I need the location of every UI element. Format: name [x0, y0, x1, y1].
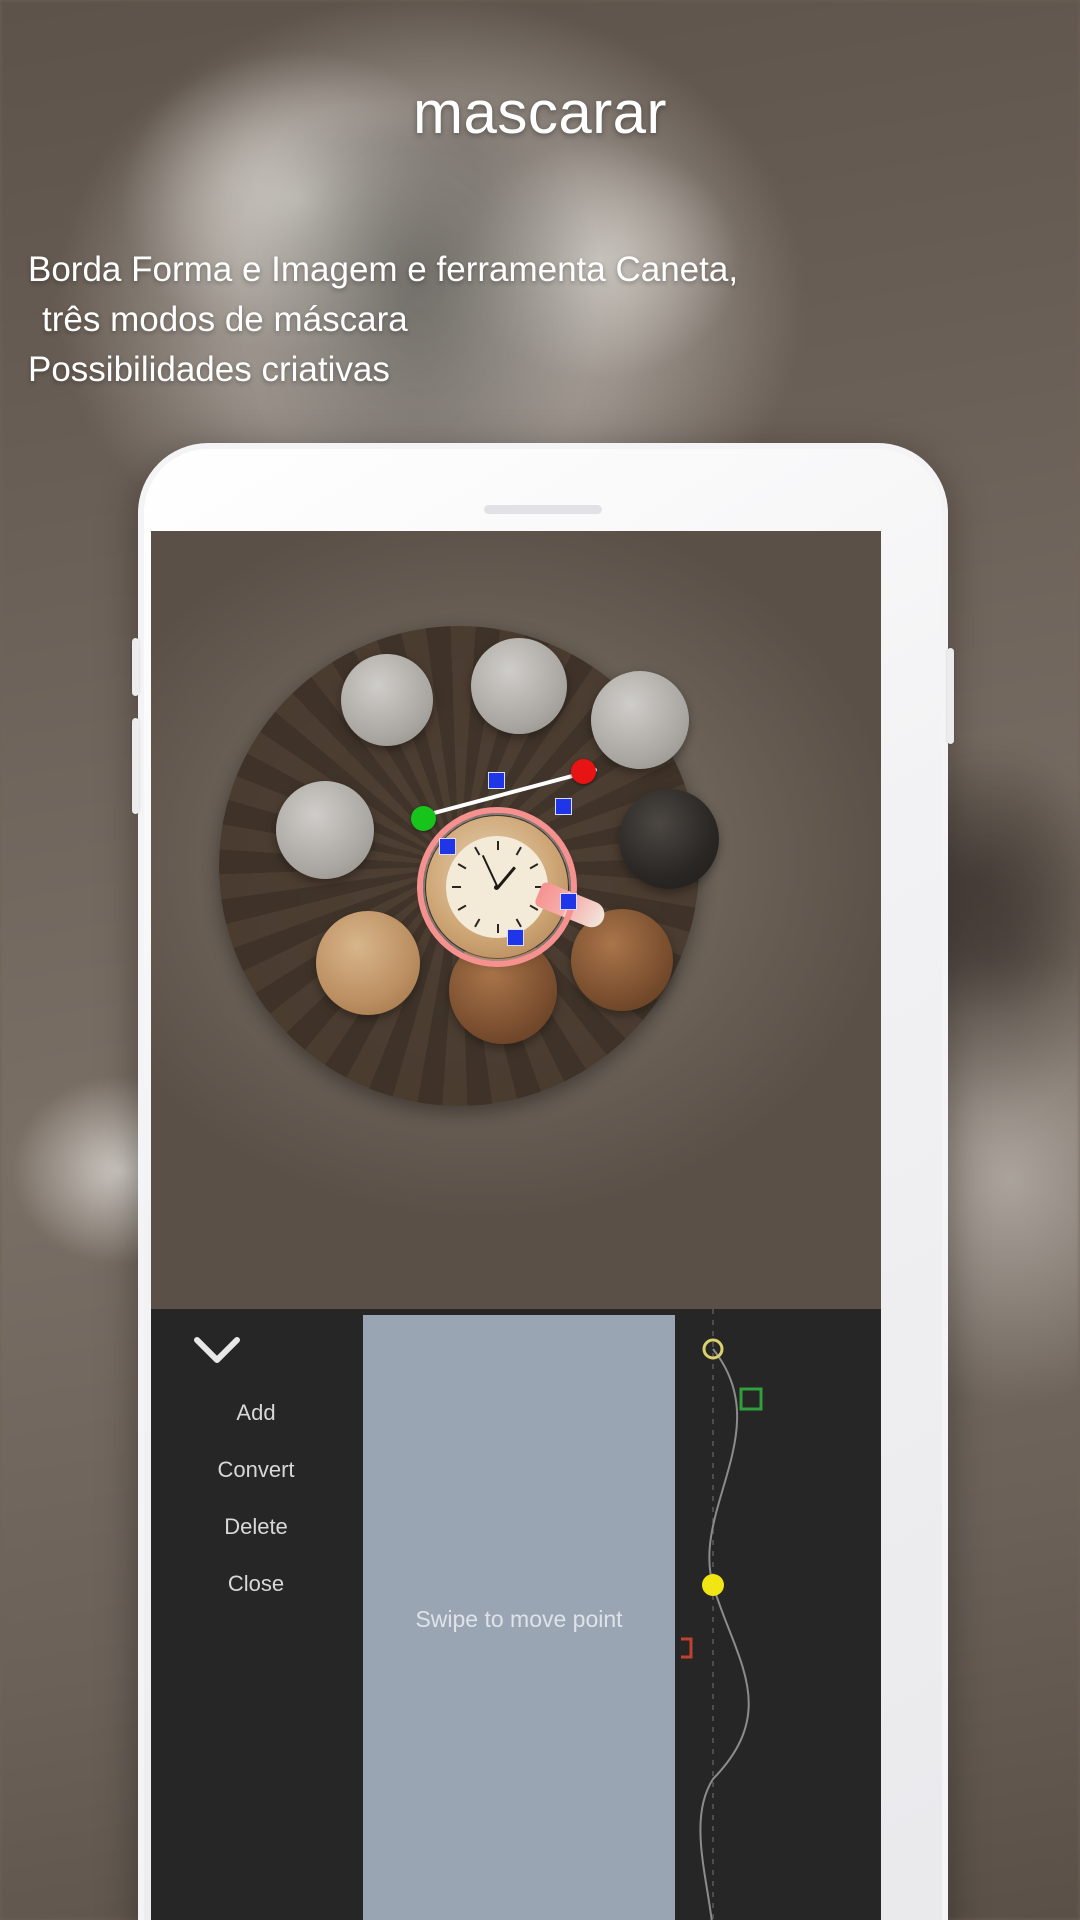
phone-mockup: Add Convert Delete Close Swipe to move p… — [132, 443, 954, 1920]
subtitle-line-3: Possibilidades criativas — [28, 350, 390, 389]
cup-dark — [619, 789, 719, 889]
control-point-start[interactable] — [411, 806, 436, 831]
promo-screenshot: mascarar Borda Forma e Imagem e ferramen… — [0, 0, 1080, 1920]
page-title: mascarar — [412, 79, 668, 146]
phone-volume-down-button — [132, 718, 139, 814]
mask-path-outline[interactable] — [417, 807, 577, 967]
cup-latte — [316, 911, 420, 1015]
menu-item-delete[interactable]: Delete — [151, 1514, 361, 1540]
menu-item-add[interactable]: Add — [151, 1400, 361, 1426]
phone-volume-up-button — [132, 638, 139, 696]
image-canvas[interactable] — [151, 531, 881, 1309]
control-point-end[interactable] — [571, 759, 596, 784]
path-handle[interactable] — [507, 929, 524, 946]
swipe-pad-label: Swipe to move point — [415, 1605, 623, 1632]
path-handle[interactable] — [555, 798, 572, 815]
cup — [471, 638, 567, 734]
cup — [341, 654, 433, 746]
cup — [591, 671, 689, 769]
cup — [276, 781, 374, 879]
chevron-down-icon[interactable] — [189, 1327, 245, 1371]
promo-subtitle: Borda Forma e Imagem e ferramenta Caneta… — [28, 245, 1038, 395]
path-handle[interactable] — [560, 893, 577, 910]
path-handle[interactable] — [488, 772, 505, 789]
mask-editor-panel: Add Convert Delete Close Swipe to move p… — [151, 1309, 881, 1920]
swipe-pad[interactable]: Swipe to move point — [363, 1315, 675, 1920]
phone-screen: Add Convert Delete Close Swipe to move p… — [151, 531, 881, 1920]
phone-power-button — [947, 648, 954, 744]
menu-item-convert[interactable]: Convert — [151, 1457, 361, 1483]
curve-editor-strip[interactable] — [681, 1309, 881, 1920]
subtitle-line-2: três modos de máscara — [42, 300, 408, 339]
editor-menu-column: Add Convert Delete Close — [151, 1309, 361, 1920]
phone-speaker — [484, 505, 602, 514]
subtitle-line-1: Borda Forma e Imagem e ferramenta Caneta… — [28, 250, 739, 289]
menu-item-close[interactable]: Close — [151, 1571, 361, 1597]
path-handle[interactable] — [439, 838, 456, 855]
